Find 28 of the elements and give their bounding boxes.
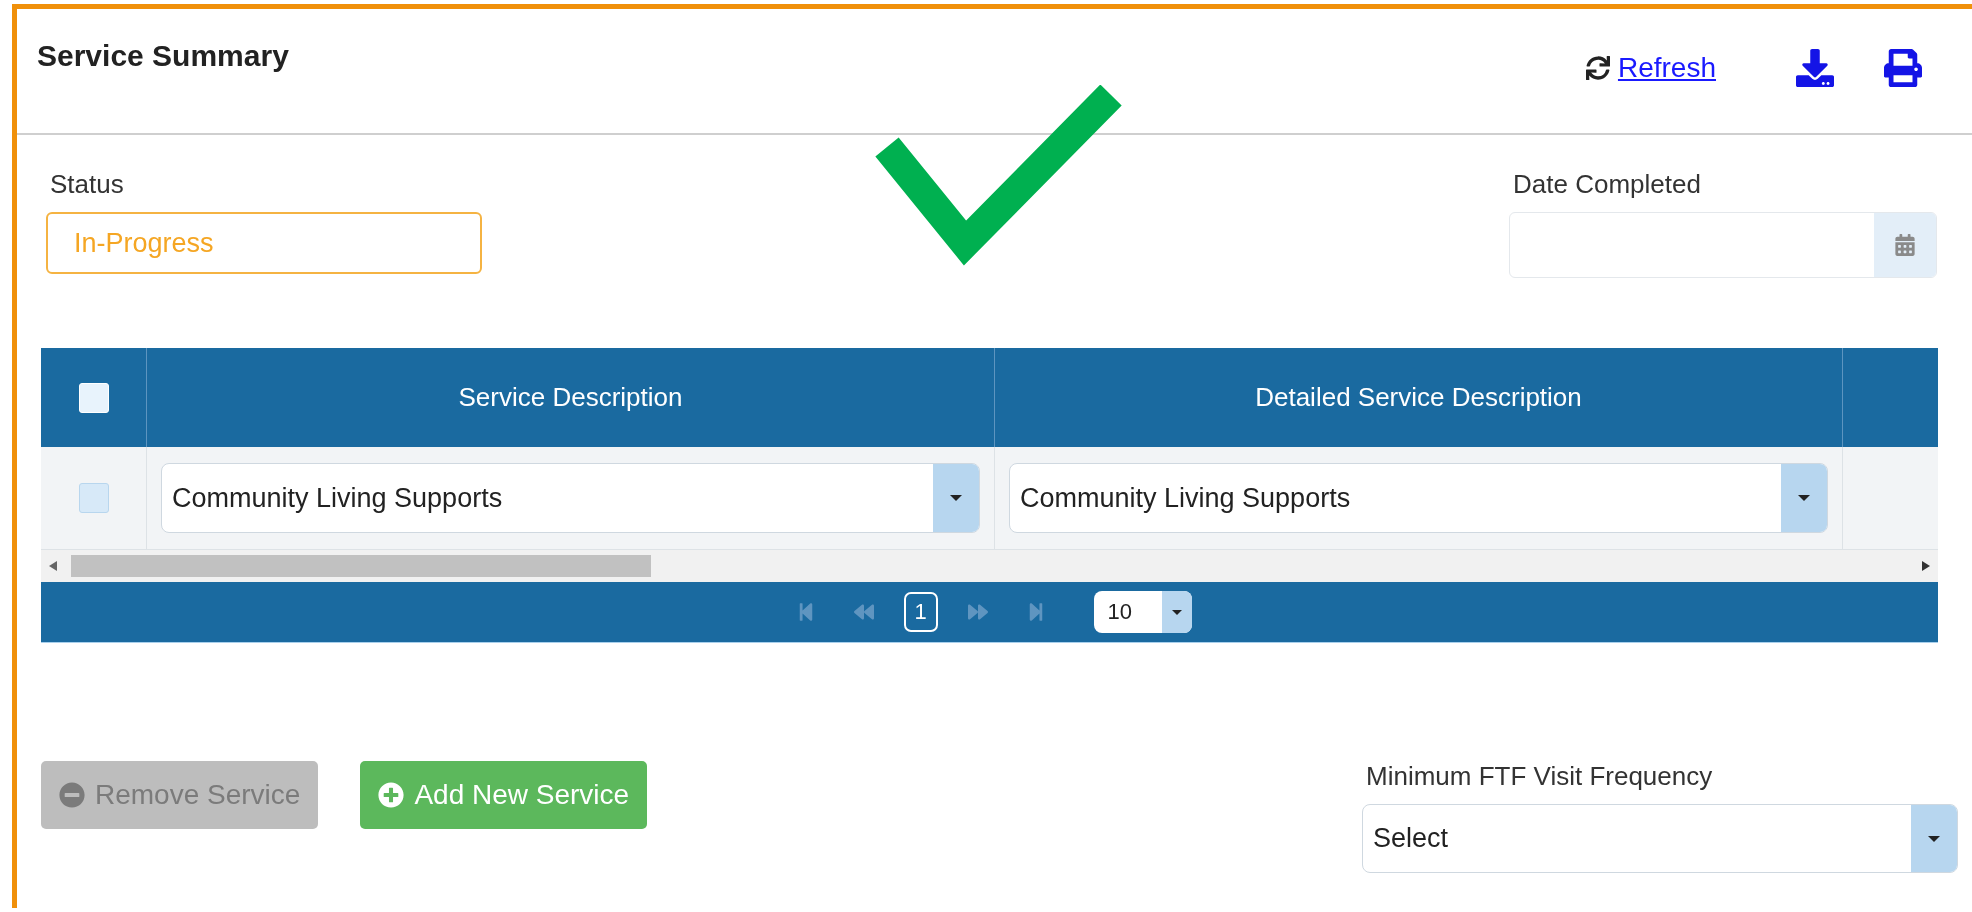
column-header: Service Description xyxy=(458,382,683,413)
caret-icon xyxy=(950,495,962,501)
calendar-button[interactable] xyxy=(1874,213,1936,277)
row-checkbox[interactable] xyxy=(78,483,109,513)
status-field: In-Progress xyxy=(46,212,482,274)
column-header: Detailed Service Description xyxy=(1255,382,1582,413)
service-select[interactable]: Community Living Supports xyxy=(161,463,980,533)
refresh-icon[interactable] xyxy=(1585,56,1610,80)
date-completed-field[interactable] xyxy=(1509,212,1937,278)
refresh-link[interactable]: Refresh xyxy=(1617,52,1716,84)
page-size-select[interactable]: 10 xyxy=(1093,591,1192,633)
page-button[interactable]: 1 xyxy=(903,592,938,632)
visit-frequency-select[interactable]: Select xyxy=(1362,804,1958,873)
caret-icon xyxy=(1798,495,1810,501)
panel-title: Service Summary xyxy=(37,39,289,73)
service-select[interactable]: Community Living Supports xyxy=(1009,463,1828,533)
caret-icon xyxy=(1928,835,1940,842)
scroll-right-icon[interactable] xyxy=(1922,561,1930,571)
horizontal-scrollbar[interactable] xyxy=(41,550,1938,582)
print-button[interactable] xyxy=(1884,49,1922,87)
date-completed-label: Date Completed xyxy=(1512,169,1702,200)
caret-icon xyxy=(1171,609,1182,615)
status-label: Status xyxy=(49,169,125,200)
visit-frequency-label: Minimum FTF Visit Frequency xyxy=(1365,761,1714,792)
calendar-icon xyxy=(1894,234,1916,256)
select-all-checkbox[interactable] xyxy=(78,382,109,413)
scroll-left-icon[interactable] xyxy=(49,561,57,571)
download-button[interactable] xyxy=(1796,49,1834,87)
